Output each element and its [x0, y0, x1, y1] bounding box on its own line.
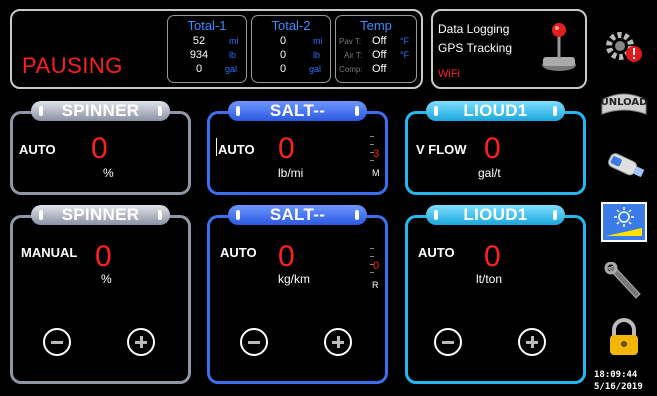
total1-lb: 934: [189, 49, 209, 61]
plus-button[interactable]: [127, 328, 155, 356]
total1-box[interactable]: Total-1 52 mi 934 lb 0 gal: [167, 15, 247, 83]
panel-5-value: 0: [278, 240, 295, 273]
panel-5-mode: AUTO: [220, 245, 257, 260]
temp-box[interactable]: Temp Pav T: Off °F Air T: Off °F Comp: Off: [335, 15, 417, 83]
wrench-icon[interactable]: [600, 262, 648, 302]
status-bar: PAUSING Total-1 52 mi 934 lb 0 gal Total-2 …: [10, 9, 423, 89]
total1-gal: 0: [195, 63, 203, 75]
panel-3-unit: gal/t: [478, 166, 501, 180]
status-text: PAUSING: [22, 53, 123, 78]
temp-title: Temp: [360, 18, 392, 33]
unload-label: UNLOAD: [600, 97, 648, 108]
pav-temp-unit: °F: [400, 36, 410, 46]
panel-1-unit: %: [103, 166, 114, 180]
minus-button[interactable]: [43, 328, 71, 356]
plus-button[interactable]: [518, 328, 546, 356]
panel-5-unit: kg/km: [278, 272, 311, 286]
panel-4-mode: MANUAL: [21, 245, 78, 260]
total2-lb-unit: lb: [313, 50, 321, 60]
total2-lb: 0: [279, 49, 287, 61]
panel-2-value: 0: [278, 132, 295, 165]
data-logging-box[interactable]: Data Logging GPS Tracking WiFi: [431, 9, 587, 89]
total1-miles: 52: [192, 35, 206, 47]
panel-2-scale-value: 3: [373, 148, 380, 160]
pav-temp-label: Pav T:: [339, 37, 362, 46]
panel-1-mode: AUTO: [19, 142, 56, 157]
panel-3-title: LIOUD1: [426, 101, 565, 121]
plus-button[interactable]: [324, 328, 352, 356]
panel-2-mode: AUTO: [218, 142, 255, 157]
wifi-label: WiFi: [438, 68, 460, 80]
clock-date: 5/16/2019: [594, 382, 643, 392]
panel-5-title: SALT--: [228, 205, 367, 225]
lock-icon[interactable]: [600, 318, 648, 358]
panel-2-unit: lb/mi: [278, 166, 304, 180]
spinner-panel-1[interactable]: SPINNER AUTO 0 %: [10, 101, 191, 195]
total2-miles: 0: [279, 35, 287, 47]
air-temp-unit: °F: [400, 50, 410, 60]
comp-temp-label: Comp:: [339, 65, 363, 74]
usb-drive-icon[interactable]: [600, 146, 648, 186]
total2-miles-unit: mi: [313, 36, 323, 46]
comp-temp-value: Off: [372, 63, 387, 75]
settings-alert-icon[interactable]: [600, 26, 648, 66]
panel-5-scale: 0 R: [368, 246, 382, 290]
text-cursor: [216, 138, 217, 156]
panel-4-value: 0: [95, 240, 112, 273]
panel-4-title: SPINNER: [31, 205, 170, 225]
total2-title: Total-2: [271, 18, 311, 33]
panel-2-scale: 3 M: [368, 134, 382, 178]
panel-6-mode: AUTO: [418, 245, 455, 260]
unload-icon[interactable]: UNLOAD: [600, 86, 648, 126]
salt-panel-1[interactable]: SALT-- AUTO 0 lb/mi 3 M: [207, 101, 388, 195]
panel-2-title: SALT--: [228, 101, 367, 121]
total2-gal: 0: [279, 63, 287, 75]
panel-4-unit: %: [101, 272, 112, 286]
minus-button[interactable]: [240, 328, 268, 356]
total1-miles-unit: mi: [229, 36, 239, 46]
clock-time: 18:09:44: [594, 370, 638, 380]
total2-gal-unit: gal: [309, 64, 322, 74]
panel-1-title: SPINNER: [31, 101, 170, 121]
panel-6-title: LIOUD1: [426, 205, 565, 225]
total1-lb-unit: lb: [229, 50, 237, 60]
panel-3-mode: V FLOW: [416, 142, 467, 157]
joystick-icon: [542, 23, 576, 71]
total1-title: Total-1: [187, 18, 227, 33]
total1-gal-unit: gal: [225, 64, 238, 74]
pav-temp-value: Off: [372, 35, 387, 47]
brightness-icon[interactable]: [600, 202, 648, 242]
liquid-panel-1[interactable]: LIOUD1 V FLOW 0 gal/t: [405, 101, 586, 195]
minus-button[interactable]: [434, 328, 462, 356]
total2-box[interactable]: Total-2 0 mi 0 lb 0 gal: [251, 15, 331, 83]
gps-tracking-label: GPS Tracking: [438, 41, 513, 55]
panel-5-scale-value: 0: [373, 260, 380, 272]
salt-panel-2[interactable]: SALT-- AUTO 0 kg/km 0 R: [207, 205, 388, 384]
spinner-panel-2[interactable]: SPINNER MANUAL 0 %: [10, 205, 191, 384]
panel-3-value: 0: [484, 132, 501, 165]
panel-6-value: 0: [484, 240, 501, 273]
panel-5-scale-letter: R: [372, 280, 379, 290]
panel-1-value: 0: [91, 132, 108, 165]
liquid-panel-2[interactable]: LIOUD1 AUTO 0 lt/ton: [405, 205, 586, 384]
panel-6-unit: lt/ton: [476, 272, 503, 286]
panel-2-scale-letter: M: [372, 168, 380, 178]
air-temp-value: Off: [372, 49, 387, 61]
data-logging-label: Data Logging: [438, 22, 510, 36]
air-temp-label: Air T:: [344, 51, 363, 60]
